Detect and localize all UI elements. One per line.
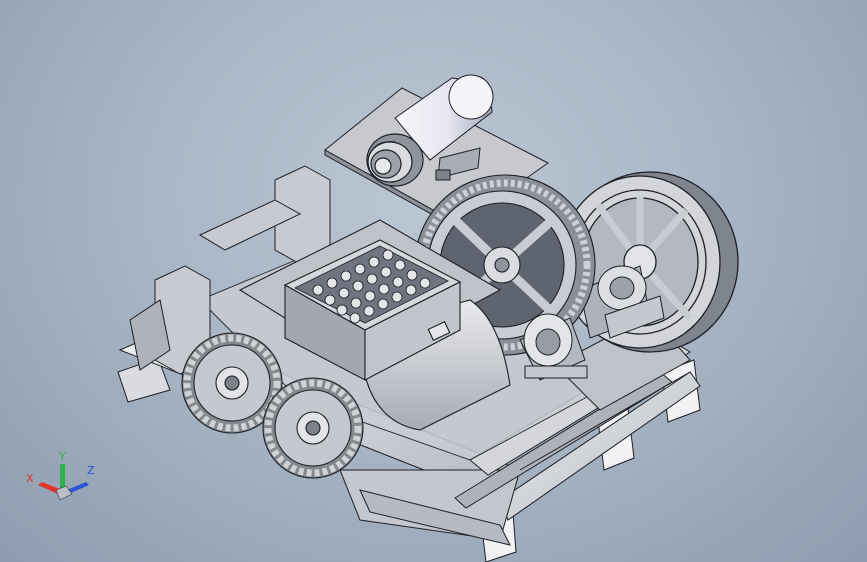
orientation-triad: X Y Z [26, 450, 95, 501]
z-axis-label: Z [87, 464, 95, 477]
assembly-model[interactable] [0, 0, 867, 562]
triad-origin [55, 485, 73, 501]
cad-viewport[interactable]: X Y Z [0, 0, 867, 562]
y-axis-label: Y [58, 450, 66, 463]
drive-pulley [366, 133, 424, 187]
left-bearing-block [519, 313, 588, 381]
x-axis-label: X [26, 472, 34, 485]
